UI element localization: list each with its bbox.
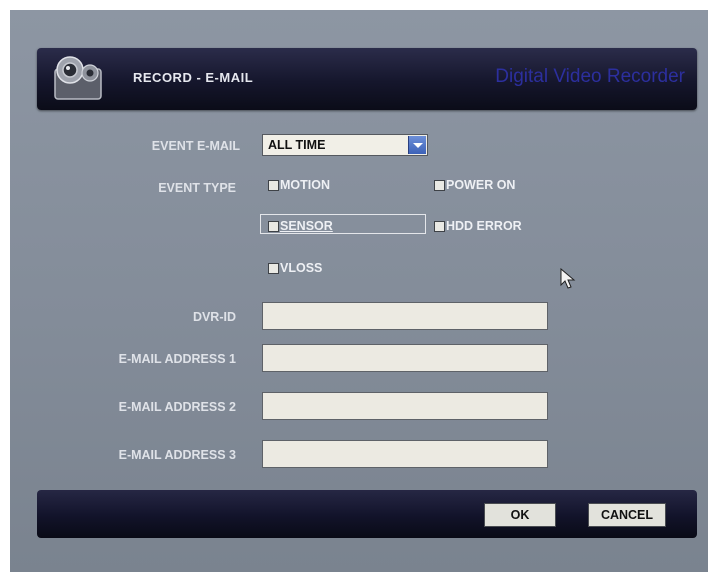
- dropdown-arrow-icon[interactable]: [408, 136, 426, 154]
- email-address-2-input[interactable]: [262, 392, 548, 420]
- checkbox-icon: [268, 220, 279, 232]
- email-address-1-label: E-MAIL ADDRESS 1: [118, 352, 236, 366]
- cancel-button[interactable]: CANCEL: [588, 503, 666, 527]
- camera-icon: [54, 56, 102, 100]
- dvr-id-label: DVR-ID: [192, 310, 236, 324]
- email-address-3-input[interactable]: [262, 440, 548, 468]
- power-on-checkbox[interactable]: POWER ON: [434, 178, 515, 192]
- checkbox-icon: [434, 179, 445, 191]
- sensor-label: SENSOR: [280, 219, 333, 233]
- sensor-checkbox[interactable]: SENSOR: [268, 219, 333, 233]
- email-address-1-input[interactable]: [262, 344, 548, 372]
- checkbox-icon: [268, 262, 279, 274]
- vloss-checkbox[interactable]: VLOSS: [268, 261, 322, 275]
- page-title: RECORD - E-MAIL: [133, 70, 254, 85]
- event-email-label: EVENT E-MAIL: [151, 139, 240, 153]
- event-email-select[interactable]: ALL TIME: [262, 134, 428, 156]
- motion-checkbox[interactable]: MOTION: [268, 178, 330, 192]
- title-bar: RECORD - E-MAIL Digital Video Recorder: [37, 48, 697, 110]
- power-on-label: POWER ON: [446, 178, 516, 192]
- motion-label: MOTION: [280, 178, 330, 192]
- checkbox-icon: [268, 179, 279, 191]
- vloss-label: VLOSS: [280, 261, 323, 275]
- dvr-id-input[interactable]: [262, 302, 548, 330]
- hdd-error-checkbox[interactable]: HDD ERROR: [434, 219, 522, 233]
- hdd-error-label: HDD ERROR: [446, 219, 522, 233]
- brand-name: Digital Video Recorder: [495, 66, 685, 87]
- dvr-screen: RECORD - E-MAIL Digital Video Recorder E…: [10, 10, 708, 572]
- event-type-label: EVENT TYPE: [158, 181, 236, 195]
- email-address-3-label: E-MAIL ADDRESS 3: [118, 448, 236, 462]
- mouse-cursor-icon: [560, 268, 576, 289]
- event-email-value: ALL TIME: [268, 138, 326, 152]
- checkbox-icon: [434, 220, 445, 232]
- ok-button[interactable]: OK: [484, 503, 556, 527]
- email-address-2-label: E-MAIL ADDRESS 2: [118, 400, 236, 414]
